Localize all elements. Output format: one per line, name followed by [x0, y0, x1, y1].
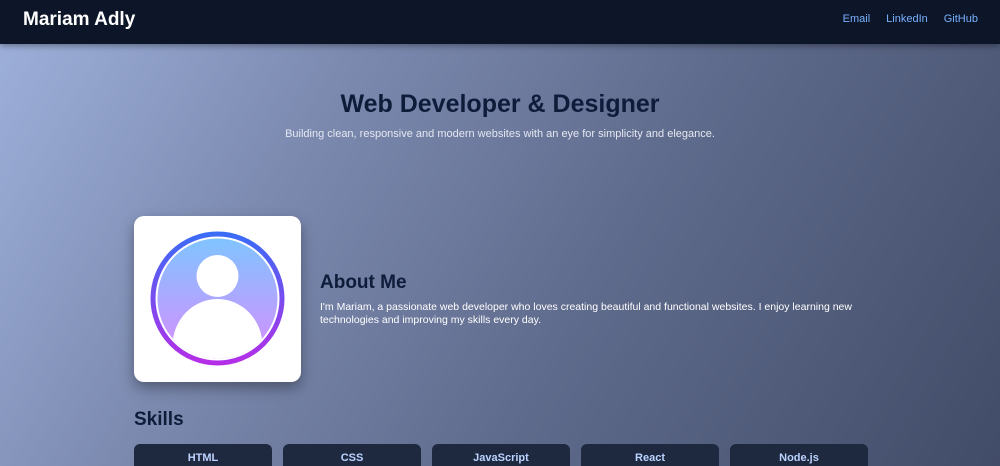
hero-title: Web Developer & Designer	[340, 90, 660, 118]
hero-subtitle: Building clean, responsive and modern we…	[285, 128, 715, 140]
about-text: I'm Mariam, a passionate web developer w…	[320, 301, 852, 326]
skill-badge-react: React	[581, 444, 719, 466]
skill-badge-css: CSS	[283, 444, 421, 466]
user-avatar-icon	[150, 231, 285, 366]
skills-title: Skills	[134, 409, 184, 430]
nav-links: Email LinkedIn GitHub	[843, 13, 978, 25]
skill-badge-javascript: JavaScript	[432, 444, 570, 466]
skill-badge-nodejs: Node.js	[730, 444, 868, 466]
navbar: Mariam Adly Email LinkedIn GitHub	[0, 0, 1000, 44]
skills-list: HTML CSS JavaScript React Node.js	[134, 444, 868, 466]
avatar-card	[134, 216, 301, 382]
about-title: About Me	[320, 272, 407, 293]
nav-link-github[interactable]: GitHub	[944, 13, 978, 25]
nav-link-email[interactable]: Email	[843, 13, 871, 25]
nav-link-linkedin[interactable]: LinkedIn	[886, 13, 928, 25]
brand-name: Mariam Adly	[23, 9, 136, 30]
skill-badge-html: HTML	[134, 444, 272, 466]
